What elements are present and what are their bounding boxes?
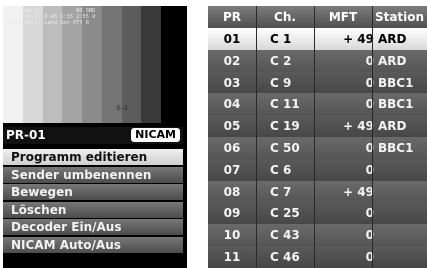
cell-channel: C 43 — [270, 228, 300, 243]
cell-station: ARD — [378, 119, 407, 134]
cell-station: BBC1 — [378, 141, 414, 155]
cell-channel: C 2 — [270, 53, 292, 68]
cell-mft: 0 — [365, 228, 374, 243]
cell-mft: 0 — [365, 97, 374, 112]
cell-channel: C 9 — [270, 75, 292, 90]
edit-menu: Programm editieren Sender umbenennen Bew… — [3, 149, 183, 254]
cell-station: BBC1 — [378, 97, 414, 112]
table-row[interactable]: 05 C 19 + 49 ARD — [208, 115, 427, 138]
cell-station — [378, 202, 427, 224]
cell-mft: 0 — [365, 250, 374, 264]
table-row[interactable]: 03 C 9 0 BBC1 — [208, 71, 427, 94]
nicam-badge: NICAM — [131, 128, 180, 142]
vps-line-3: Datum Uhrz. Land Sen PTY R — [6, 20, 89, 26]
table-row[interactable]: 01 C 1 + 49 ARD — [208, 28, 427, 50]
cell-mft: + 49 — [343, 184, 374, 199]
table-row[interactable]: 10 C 43 0 — [208, 224, 427, 247]
cell-channel: C 19 — [270, 119, 300, 134]
cell-station — [378, 224, 427, 246]
cell-channel: C 1 — [270, 32, 292, 46]
vps-info-overlay: VPS Code 1: NO SND 16.12 Uhr21 0:45 1:55 … — [6, 8, 95, 26]
cell-program: 05 — [223, 119, 241, 134]
menu-item-programm-editieren[interactable]: Programm editieren — [3, 149, 183, 165]
cell-mft: 0 — [365, 141, 374, 155]
menu-item-nicam[interactable]: NICAM Auto/Aus — [3, 236, 183, 253]
cell-channel: C 7 — [270, 184, 292, 199]
cell-station: ARD — [378, 53, 407, 68]
cell-station: BBC1 — [378, 75, 414, 90]
cell-mft: 0 — [365, 162, 374, 177]
cell-program: 09 — [223, 206, 241, 221]
cell-program: 08 — [223, 184, 241, 199]
table-row[interactable]: 09 C 25 0 — [208, 202, 427, 225]
sound-status: NO SND — [76, 8, 96, 14]
cell-mft: 0 — [365, 75, 374, 90]
cell-station — [378, 181, 427, 203]
cell-station — [378, 159, 427, 181]
tv-preview: VPS Code 1: NO SND 16.12 Uhr21 0:45 1:55 … — [3, 6, 161, 123]
cell-station: ARD — [378, 32, 407, 46]
column-divider — [314, 6, 315, 268]
cell-mft: + 49 — [343, 119, 374, 134]
table-header: PR Ch. MFT Station — [208, 6, 427, 28]
cell-mft: 0 — [365, 206, 374, 221]
table-row[interactable]: 06 C 50 0 BBC1 — [208, 137, 427, 159]
current-program-label: PR-01 — [6, 128, 46, 142]
channel-table: PR Ch. MFT Station 01 C 1 + 49 ARD 02 C 2 0 ARD… — [208, 6, 427, 268]
table-row[interactable]: 11 C 46 0 — [208, 246, 427, 268]
table-row[interactable]: 08 C 7 + 49 — [208, 180, 427, 203]
cell-program: 10 — [223, 228, 241, 243]
cell-program: 02 — [223, 53, 241, 68]
test-bar — [141, 6, 161, 123]
level-marker: E-2 — [117, 105, 128, 112]
cell-program: 01 — [223, 32, 241, 46]
cell-mft: 0 — [365, 53, 374, 68]
cell-program: 07 — [223, 162, 241, 177]
program-status-bar: PR-01 NICAM — [3, 127, 183, 144]
table-row[interactable]: 07 C 6 0 — [208, 158, 427, 181]
cell-station — [378, 246, 427, 268]
cell-channel: C 50 — [270, 141, 300, 155]
menu-item-bewegen[interactable]: Bewegen — [3, 184, 183, 200]
table-row[interactable]: 04 C 11 0 BBC1 — [208, 93, 427, 116]
menu-item-decoder[interactable]: Decoder Ein/Aus — [3, 219, 183, 235]
cell-channel: C 25 — [270, 206, 300, 221]
cell-channel: C 11 — [270, 97, 300, 112]
cell-channel: C 46 — [270, 250, 300, 264]
cell-program: 06 — [223, 141, 241, 155]
menu-item-sender-umbenennen[interactable]: Sender umbenennen — [3, 166, 183, 183]
cell-program: 03 — [223, 75, 241, 90]
header-ch: Ch. — [274, 10, 296, 24]
column-divider — [372, 6, 373, 268]
header-station: Station — [374, 10, 425, 24]
table-row[interactable]: 02 C 2 0 ARD — [208, 49, 427, 72]
header-mft: MFT — [328, 10, 358, 24]
osd-screen: VPS Code 1: NO SND 16.12 Uhr21 0:45 1:55 … — [0, 0, 427, 268]
cell-program: 04 — [223, 97, 241, 112]
cell-channel: C 6 — [270, 162, 292, 177]
cell-mft: + 49 — [343, 32, 374, 46]
menu-item-loeschen[interactable]: Löschen — [3, 201, 183, 218]
header-pr: PR — [222, 10, 242, 24]
column-divider — [256, 6, 257, 268]
cell-program: 11 — [223, 250, 241, 264]
